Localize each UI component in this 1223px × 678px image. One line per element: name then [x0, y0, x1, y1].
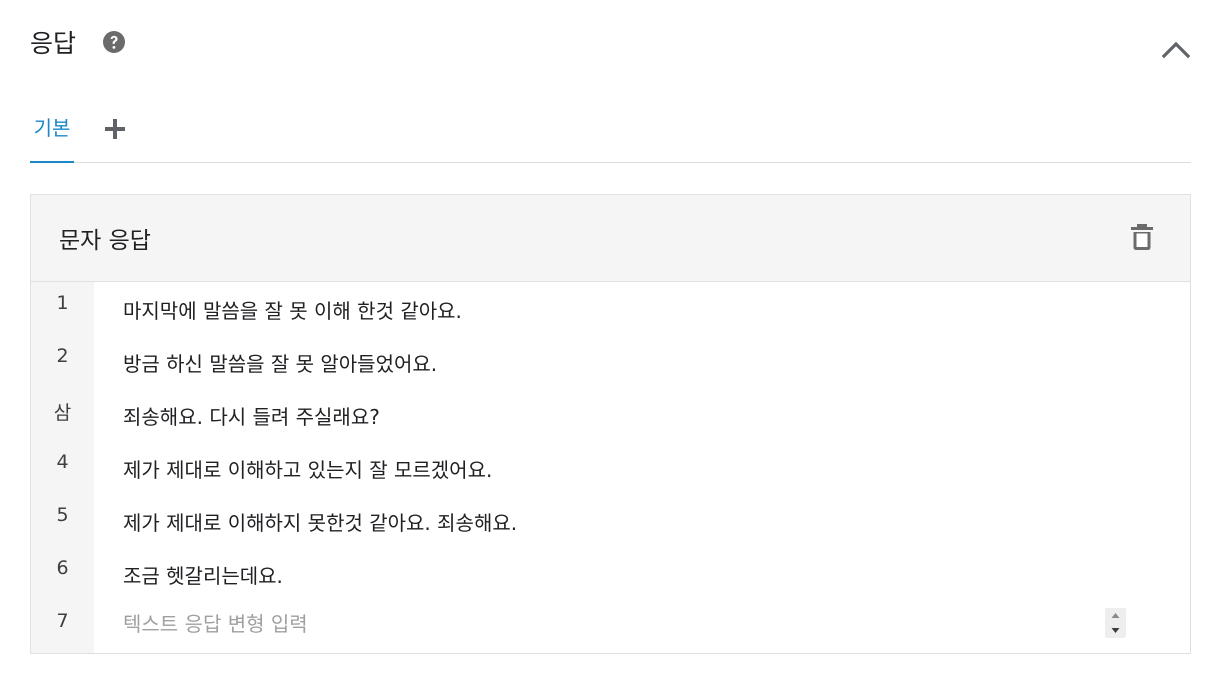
new-response-input[interactable]: [123, 608, 1113, 640]
row-number: 4: [56, 451, 69, 473]
response-tabs: 기본: [30, 108, 1191, 163]
card-title: 문자 응답: [59, 228, 151, 254]
new-response-row: 7: [31, 600, 1190, 653]
list-item: 4 제가 제대로 이해하고 있는지 잘 모르겠어요.: [31, 441, 1190, 494]
text-response-card: 문자 응답 1 마지막에 말씀을 잘 못 이해 한것 같아요. 2 방금 하신 …: [30, 194, 1191, 654]
response-variant-text[interactable]: 조금 헷갈리는데요.: [123, 560, 283, 589]
textarea-resize-arrows-icon[interactable]: [1105, 608, 1126, 638]
list-item: 5 제가 제대로 이해하지 못한것 같아요. 죄송해요.: [31, 494, 1190, 547]
list-item: 2 방금 하신 말씀을 잘 못 알아들었어요.: [31, 335, 1190, 388]
trash-icon[interactable]: [1130, 223, 1154, 251]
tab-default[interactable]: 기본: [30, 108, 74, 163]
card-header: 문자 응답: [31, 195, 1190, 282]
row-number: 6: [56, 557, 69, 579]
add-tab-plus-icon[interactable]: [104, 118, 126, 140]
response-variant-text[interactable]: 제가 제대로 이해하지 못한것 같아요. 죄송해요.: [123, 507, 517, 536]
row-number: 삼: [53, 402, 72, 424]
help-circle-icon[interactable]: [102, 30, 126, 54]
list-item: 1 마지막에 말씀을 잘 못 이해 한것 같아요.: [31, 282, 1190, 335]
response-variant-text[interactable]: 마지막에 말씀을 잘 못 이해 한것 같아요.: [123, 295, 462, 324]
response-variant-text[interactable]: 방금 하신 말씀을 잘 못 알아들었어요.: [123, 348, 437, 377]
response-variant-text[interactable]: 제가 제대로 이해하고 있는지 잘 모르겠어요.: [123, 454, 492, 483]
chevron-up-icon[interactable]: [1160, 36, 1192, 62]
row-number: 2: [56, 345, 69, 367]
section-header: 응답: [30, 22, 126, 62]
row-number: 1: [56, 292, 69, 314]
list-item: 6 조금 헷갈리는데요.: [31, 547, 1190, 600]
section-title: 응답: [30, 29, 77, 58]
list-item: 삼 죄송해요. 다시 들려 주실래요?: [31, 388, 1190, 441]
row-number: 5: [56, 504, 69, 526]
row-number: 7: [56, 610, 69, 632]
response-variant-text[interactable]: 죄송해요. 다시 들려 주실래요?: [123, 401, 380, 430]
